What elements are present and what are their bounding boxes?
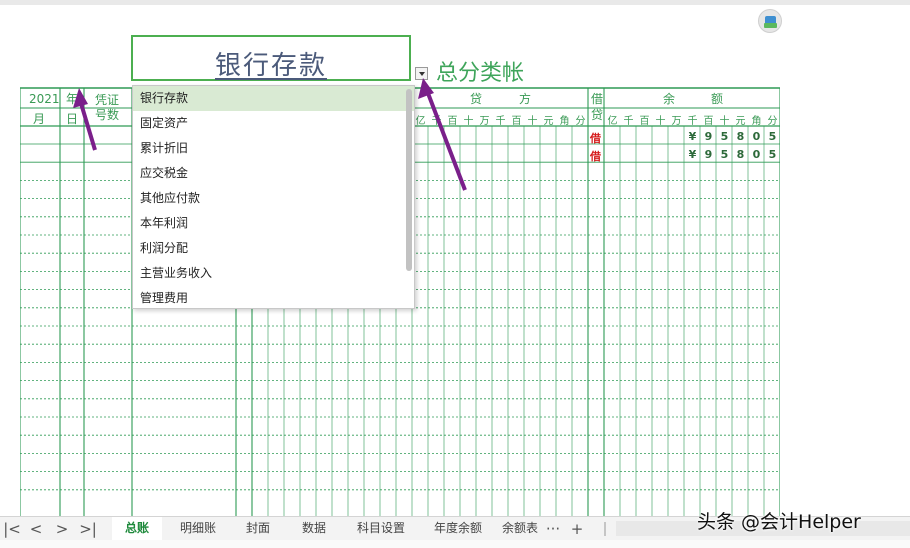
prev-sheet-button[interactable]: < xyxy=(26,520,46,538)
year-value: 2021 xyxy=(29,92,60,106)
balance-digit-header: 十 xyxy=(719,116,730,127)
balance-digit-cell: 5 xyxy=(768,130,777,143)
balance-label-2: 额 xyxy=(711,92,724,106)
tab-splitter[interactable] xyxy=(604,522,606,536)
credit-digit-header: 百 xyxy=(511,116,522,127)
credit-digit-header: 十 xyxy=(463,116,474,127)
dropdown-item[interactable]: 银行存款 xyxy=(133,86,414,111)
status-line xyxy=(0,540,910,548)
next-sheet-button[interactable]: > xyxy=(52,520,72,538)
dropdown-item[interactable]: 累计折旧 xyxy=(133,136,414,161)
dropdown-scrollbar[interactable] xyxy=(406,89,412,271)
credit-digit-header: 千 xyxy=(495,116,506,127)
account-dropdown-list[interactable]: 银行存款 固定资产 累计折旧 应交税金 其他应付款 本年利润 利润分配 主营业务收入 管理费用 xyxy=(132,85,415,309)
balance-digit-header: 百 xyxy=(639,116,650,127)
sheet-tab[interactable]: 封面 xyxy=(234,517,282,540)
add-sheet-button[interactable]: + xyxy=(567,520,587,538)
direction-label-2: 贷 xyxy=(591,108,604,122)
credit-digit-header: 角 xyxy=(559,116,570,127)
addin-icon[interactable] xyxy=(758,9,782,33)
credit-digit-header: 亿 xyxy=(415,116,426,127)
month-label: 月 xyxy=(33,112,46,126)
last-sheet-button[interactable]: >| xyxy=(78,520,98,538)
sheet-tab[interactable]: 年度余额 xyxy=(422,517,494,540)
page-title: 银行存款 xyxy=(214,51,327,81)
first-sheet-button[interactable]: |< xyxy=(2,520,22,538)
dropdown-item[interactable]: 固定资产 xyxy=(133,111,414,136)
credit-label-2: 方 xyxy=(519,92,532,106)
sheet-tab[interactable]: 科目设置 xyxy=(346,517,416,540)
balance-digit-cell: 9 xyxy=(704,148,713,161)
balance-digit-cell: ¥ xyxy=(688,130,697,143)
balance-digit-header: 千 xyxy=(623,116,634,127)
balance-digit-cell: 5 xyxy=(720,130,729,143)
balance-digit-header: 千 xyxy=(687,116,698,127)
sheet-tab[interactable]: 明细账 xyxy=(168,517,228,540)
balance-digit-header: 百 xyxy=(703,116,714,127)
credit-digit-header: 十 xyxy=(527,116,538,127)
dropdown-item[interactable]: 管理费用 xyxy=(133,286,414,311)
balance-digit-cell: 0 xyxy=(752,130,761,143)
balance-digit-header: 角 xyxy=(751,116,762,127)
balance-digit-cell: 5 xyxy=(768,148,777,161)
balance-digit-cell: 8 xyxy=(736,130,745,143)
sheet-tab[interactable]: 余额表 xyxy=(500,517,540,540)
more-sheets-button[interactable]: ··· xyxy=(542,520,564,538)
direction-cell: 借 xyxy=(590,150,601,163)
credit-digit-header: 万 xyxy=(479,116,490,127)
credit-digit-header: 百 xyxy=(447,116,458,127)
day-label: 日 xyxy=(66,112,79,126)
dropdown-item[interactable]: 本年利润 xyxy=(133,211,414,236)
credit-digit-header: 千 xyxy=(431,116,442,127)
balance-label-1: 余 xyxy=(663,92,676,106)
balance-digit-cell: 8 xyxy=(736,148,745,161)
balance-digit-cell: 9 xyxy=(704,130,713,143)
voucher-label-2: 号数 xyxy=(95,108,120,122)
dropdown-item[interactable]: 主营业务收入 xyxy=(133,261,414,286)
ledger-subtitle: 总分类帐 xyxy=(436,61,525,86)
balance-digit-header: 元 xyxy=(735,116,746,127)
top-strip xyxy=(0,0,910,5)
account-select-cell[interactable]: 银行存款 xyxy=(131,35,411,81)
sheet-tab[interactable]: 总账 xyxy=(112,517,162,542)
dropdown-item[interactable]: 应交税金 xyxy=(133,161,414,186)
dropdown-item[interactable]: 利润分配 xyxy=(133,236,414,261)
watermark: 头条 @会计Helper xyxy=(697,511,861,533)
direction-label-1: 借 xyxy=(591,92,604,106)
balance-digit-header: 十 xyxy=(655,116,666,127)
dropdown-arrow-button[interactable] xyxy=(415,67,428,80)
balance-digit-cell: 0 xyxy=(752,148,761,161)
year-label: 年 xyxy=(66,92,79,106)
credit-digit-header: 元 xyxy=(543,116,554,127)
balance-digit-header: 万 xyxy=(671,116,682,127)
balance-digit-header: 亿 xyxy=(607,116,618,127)
voucher-label-1: 凭证 xyxy=(95,93,120,107)
balance-digit-cell: 5 xyxy=(720,148,729,161)
credit-label-1: 贷 xyxy=(470,92,483,106)
credit-digit-header: 分 xyxy=(575,116,586,127)
direction-cell: 借 xyxy=(590,132,601,145)
balance-digit-cell: ¥ xyxy=(688,148,697,161)
balance-digit-header: 分 xyxy=(767,116,778,127)
dropdown-item[interactable]: 其他应付款 xyxy=(133,186,414,211)
sheet-tab[interactable]: 数据 xyxy=(288,517,340,540)
